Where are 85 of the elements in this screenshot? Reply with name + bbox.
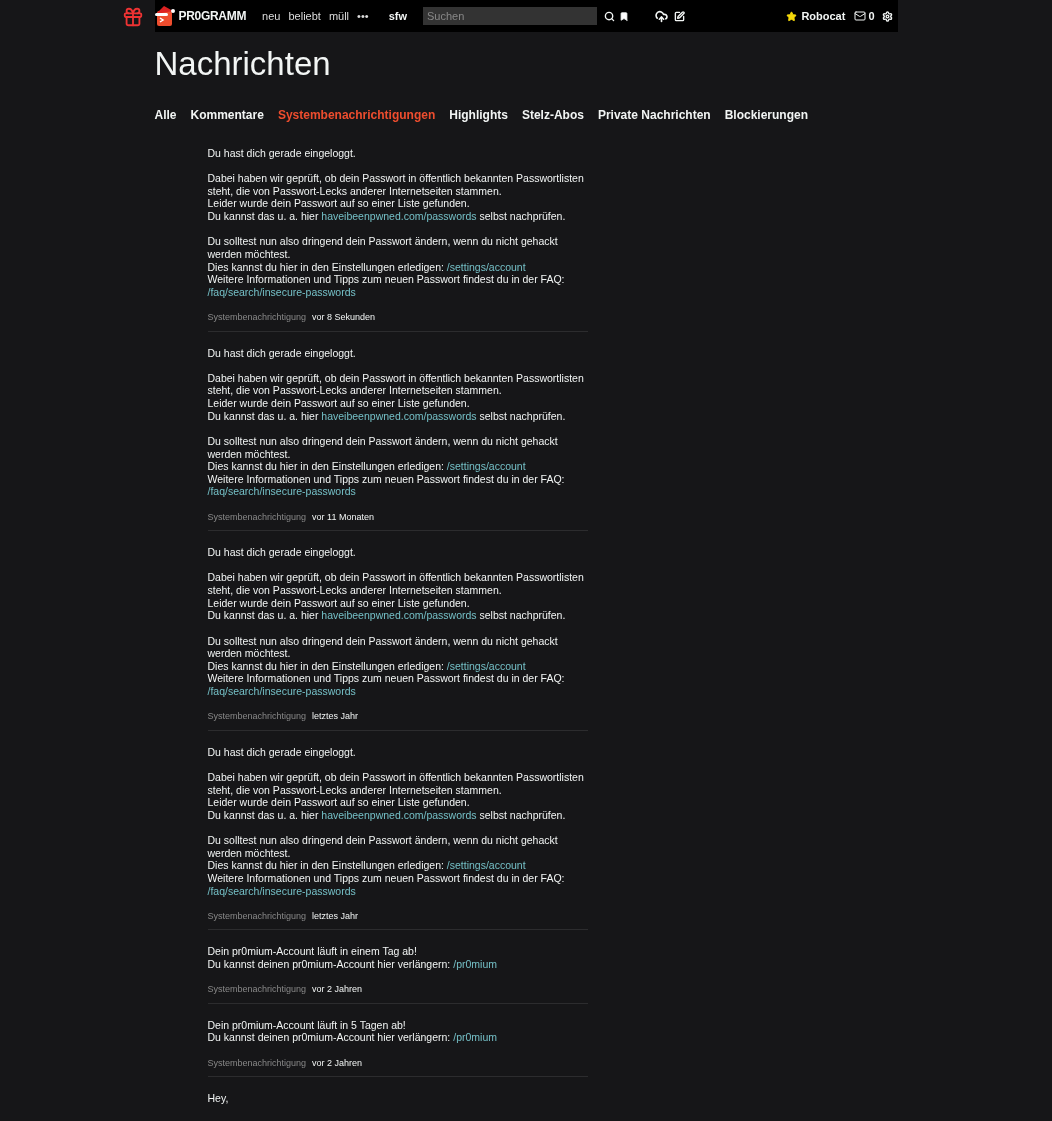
inbox-count: 0 bbox=[868, 8, 875, 24]
message-text: Du kannst das u. a. hier haveibeenpwned.com/passwords selbst nachprüfen. bbox=[207, 210, 567, 223]
message-time: vor 11 Monaten bbox=[312, 510, 374, 524]
message-link[interactable]: /faq/search/insecure-passwords bbox=[207, 884, 356, 897]
message-text: Du kannst das u. a. hier haveibeenpwned.com/passwords selbst nachprüfen. bbox=[207, 808, 567, 822]
logo-text[interactable]: PR0GRAMM bbox=[178, 7, 247, 25]
message-source: Systembenachrichtigung bbox=[207, 983, 307, 996]
page-title: Nachrichten bbox=[154, 44, 332, 84]
message-time: letztes Jahr bbox=[312, 710, 359, 723]
message-text: Weitere Informationen und Tipps zum neuen Passwort findest du in der FAQ: /faq/search/insecure-passwords bbox=[207, 273, 566, 299]
message-link[interactable]: haveibeenpwned.com/passwords bbox=[321, 609, 477, 622]
tab[interactable]: Kommentare bbox=[190, 106, 264, 124]
sfw-filter[interactable]: sfw bbox=[388, 7, 407, 25]
message-text: Du solltest nun also dringend dein Passwort ändern, wenn du nicht gehackt werden möchtest. bbox=[207, 434, 559, 461]
message-source: Systembenachrichtigung bbox=[207, 311, 307, 324]
message-text: Du hast dich gerade eingeloggt. bbox=[207, 147, 357, 160]
tab[interactable]: Alle bbox=[154, 106, 177, 124]
message-source: Systembenachrichtigung bbox=[207, 1056, 307, 1070]
message-text: Weitere Informationen und Tipps zum neuen Passwort findest du in der FAQ: /faq/search/insecure-passwords bbox=[207, 871, 566, 898]
message-text: Du kannst das u. a. hier haveibeenpwned.com/passwords selbst nachprüfen. bbox=[207, 409, 567, 423]
message-text: Weitere Informationen und Tipps zum neuen Passwort findest du in der FAQ: /faq/search/insecure-passwords bbox=[207, 672, 566, 698]
message-link[interactable]: /faq/search/insecure-passwords bbox=[207, 684, 356, 697]
message-text: Leider wurde dein Passwort auf so einer Liste gefunden. bbox=[207, 397, 471, 410]
message-text: Du hast dich gerade eingeloggt. bbox=[207, 745, 357, 759]
username-link[interactable]: Robocat bbox=[801, 7, 846, 25]
message-text: Dies kannst du hier in den Einstellungen erledigen: /settings/account bbox=[207, 460, 527, 473]
message-text: Dies kannst du hier in den Einstellungen erledigen: /settings/account bbox=[207, 859, 527, 872]
message-text: Dabei haben wir geprüft, ob dein Passwort in öffentlich bekannten Passwortlisten steht, die von Passwort-Lecks anderer Internetseiten stammen. bbox=[207, 172, 585, 198]
settings-icon[interactable] bbox=[881, 10, 893, 22]
message-text: Dabei haben wir geprüft, ob dein Passwort in öffentlich bekannten Passwortlisten steht, die von Passwort-Lecks anderer Internetseiten stammen. bbox=[207, 771, 585, 797]
message-text: Leider wurde dein Passwort auf so einer Liste gefunden. bbox=[207, 197, 471, 211]
bookmark-icon[interactable] bbox=[618, 10, 629, 22]
message-time: vor 8 Sekunden bbox=[312, 311, 376, 324]
message-text: Dabei haben wir geprüft, ob dein Passwort in öffentlich bekannten Passwortlisten steht, die von Passwort-Lecks anderer Internetseiten stammen. bbox=[207, 571, 585, 597]
tab[interactable]: Systembenachrichtigungen bbox=[277, 106, 436, 124]
message-text: Dein pr0mium-Account läuft in einem Tag ab! bbox=[207, 945, 418, 958]
message-text: Du solltest nun also dringend dein Passwort ändern, wenn du nicht gehackt werden möchtest. bbox=[207, 235, 559, 261]
nav-link[interactable]: beliebt bbox=[288, 7, 321, 25]
message-link[interactable]: /settings/account bbox=[446, 260, 526, 273]
message-link[interactable]: /settings/account bbox=[446, 460, 526, 473]
message-link[interactable]: /pr0mium bbox=[453, 1031, 497, 1044]
message-text: Du solltest nun also dringend dein Passwort ändern, wenn du nicht gehackt werden möchtest. bbox=[207, 834, 559, 860]
message-link[interactable]: haveibeenpwned.com/passwords bbox=[321, 409, 477, 422]
message-text: Leider wurde dein Passwort auf so einer Liste gefunden. bbox=[207, 596, 471, 610]
message-link[interactable]: /settings/account bbox=[446, 659, 526, 672]
message-link[interactable]: /faq/search/insecure-passwords bbox=[207, 485, 356, 498]
gift-icon bbox=[122, 5, 144, 28]
message-text: Weitere Informationen und Tipps zum neuen Passwort findest du in der FAQ: /faq/search/insecure-passwords bbox=[207, 472, 566, 498]
message-time: vor 2 Jahren bbox=[312, 983, 363, 996]
upload-icon[interactable] bbox=[654, 9, 668, 23]
message-text: Du solltest nun also dringend dein Passwort ändern, wenn du nicht gehackt werden möchtest. bbox=[207, 634, 559, 660]
nav-link[interactable]: ••• bbox=[357, 7, 369, 25]
message-time: vor 2 Jahren bbox=[312, 1056, 363, 1070]
message-text: Hey, bbox=[207, 1092, 230, 1105]
message-link[interactable]: /settings/account bbox=[446, 859, 526, 872]
edit-icon[interactable] bbox=[673, 10, 685, 22]
message-text: Leider wurde dein Passwort auf so einer Liste gefunden. bbox=[207, 796, 471, 809]
message-text: Du kannst deinen pr0mium-Account hier verlängern: /pr0mium bbox=[207, 957, 498, 971]
tab[interactable]: Blockierungen bbox=[724, 106, 808, 124]
tab[interactable]: Highlights bbox=[449, 106, 508, 124]
message-source: Systembenachrichtigung bbox=[207, 909, 307, 923]
message-text: Dies kannst du hier in den Einstellungen erledigen: /settings/account bbox=[207, 260, 527, 274]
nav-link[interactable]: müll bbox=[328, 7, 350, 25]
search-field[interactable]: Suchen bbox=[422, 7, 597, 25]
star-icon bbox=[786, 10, 798, 22]
message-source: Systembenachrichtigung bbox=[207, 710, 307, 723]
message-text: Du hast dich gerade eingeloggt. bbox=[207, 546, 357, 559]
tab[interactable]: Stelz-Abos bbox=[521, 106, 584, 124]
message-link[interactable]: haveibeenpwned.com/passwords bbox=[321, 808, 477, 821]
message-text: Du hast dich gerade eingeloggt. bbox=[207, 346, 357, 360]
message-text: Dies kannst du hier in den Einstellungen erledigen: /settings/account bbox=[207, 659, 527, 673]
message-time: letztes Jahr bbox=[312, 909, 359, 923]
message-text: Du kannst das u. a. hier haveibeenpwned.com/passwords selbst nachprüfen. bbox=[207, 609, 567, 622]
message-text: Dein pr0mium-Account läuft in 5 Tagen ab! bbox=[207, 1018, 407, 1032]
message-link[interactable]: /pr0mium bbox=[453, 957, 497, 970]
mail-icon[interactable] bbox=[854, 10, 867, 22]
nav-link[interactable]: neu bbox=[262, 7, 281, 25]
search-icon[interactable] bbox=[603, 10, 615, 22]
tab[interactable]: Private Nachrichten bbox=[597, 106, 711, 124]
message-text: Dabei haben wir geprüft, ob dein Passwort in öffentlich bekannten Passwortlisten steht, die von Passwort-Lecks anderer Internetseiten stammen. bbox=[207, 371, 585, 398]
message-text: Du kannst deinen pr0mium-Account hier verlängern: /pr0mium bbox=[207, 1031, 498, 1045]
message-link[interactable]: /faq/search/insecure-passwords bbox=[207, 285, 356, 298]
message-link[interactable]: haveibeenpwned.com/passwords bbox=[321, 210, 477, 223]
logo-icon bbox=[154, 6, 175, 26]
message-source: Systembenachrichtigung bbox=[207, 510, 307, 524]
